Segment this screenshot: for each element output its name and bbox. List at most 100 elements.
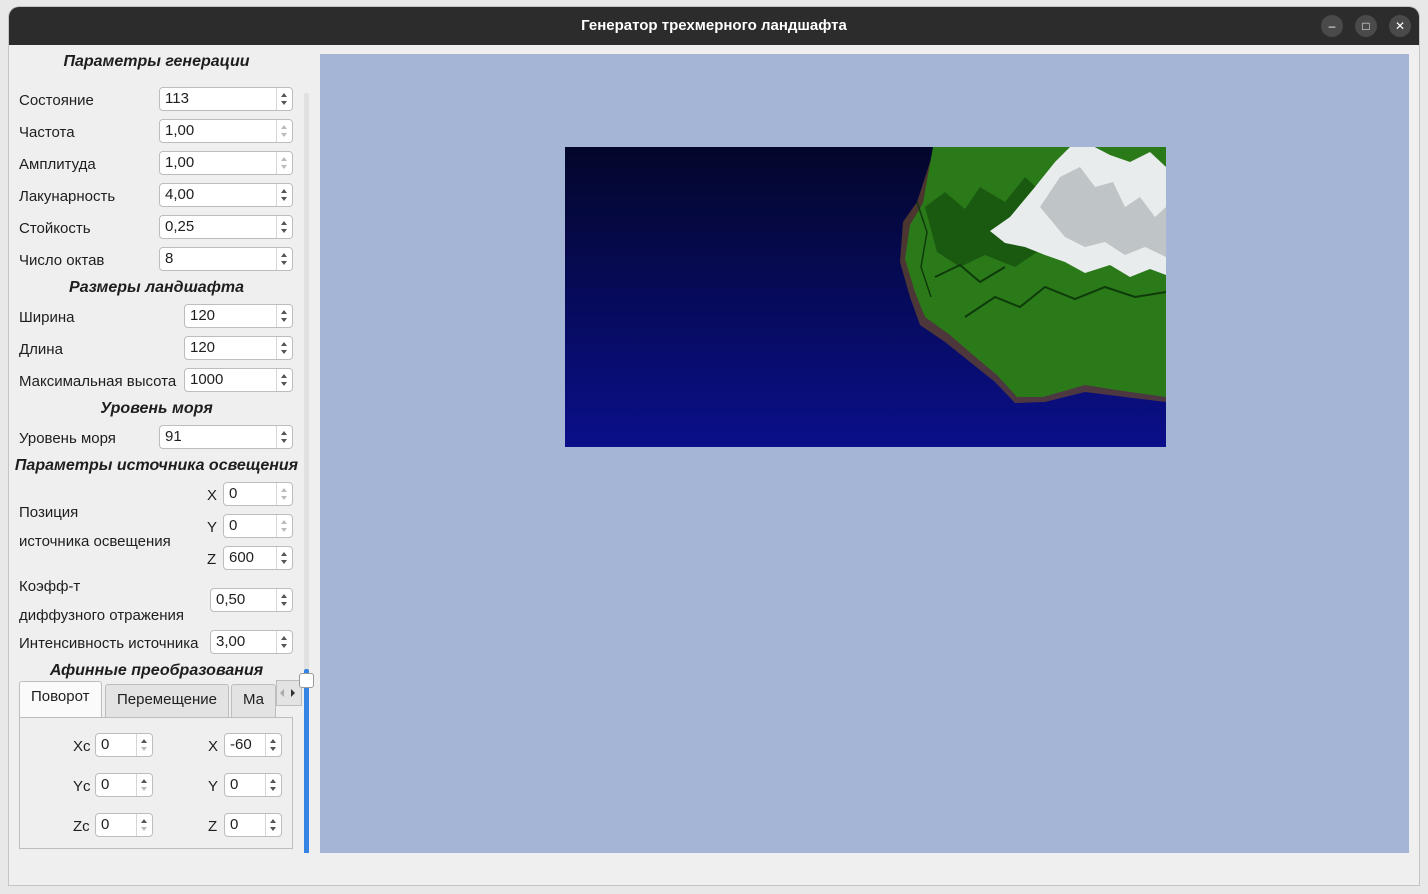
intensity-value: 3,00 bbox=[216, 633, 246, 650]
rot-z-label: Z bbox=[208, 818, 218, 835]
settings-panel: Параметры генерации Состояние 113 Частот… bbox=[9, 45, 314, 885]
rot-x-value: -60 bbox=[230, 736, 252, 753]
rot-yc-label: Yc bbox=[73, 778, 91, 795]
tab-scale[interactable]: Ма bbox=[231, 684, 276, 718]
spin-arrows[interactable] bbox=[276, 152, 292, 174]
spin-arrows[interactable] bbox=[276, 589, 292, 611]
spin-arrows[interactable] bbox=[276, 184, 292, 206]
light-y-label: Y bbox=[207, 519, 218, 536]
persistence-label: Стойкость bbox=[19, 220, 91, 237]
chevron-right-icon[interactable] bbox=[291, 689, 295, 697]
rot-xc-label: Xc bbox=[73, 738, 91, 755]
rot-y-label: Y bbox=[208, 778, 219, 795]
persistence-spinbox[interactable]: 0,25 bbox=[159, 215, 293, 239]
frequency-spinbox[interactable]: 1,00 bbox=[159, 119, 293, 143]
sea-level-label: Уровень моря bbox=[19, 430, 116, 447]
panel-scrollbar[interactable] bbox=[299, 93, 314, 885]
diffuse-label-2: диффузного отражения bbox=[19, 607, 185, 624]
state-value: 113 bbox=[165, 90, 189, 107]
spin-arrows[interactable] bbox=[276, 216, 292, 238]
spin-arrows[interactable] bbox=[276, 305, 292, 327]
intensity-label: Интенсивность источника bbox=[19, 635, 199, 652]
affine-tabbar: Поворот Перемещение Ма bbox=[19, 680, 302, 718]
tab-translation[interactable]: Перемещение bbox=[105, 684, 229, 718]
rot-zc-spinbox[interactable]: 0 bbox=[95, 813, 153, 837]
rot-x-label: X bbox=[208, 738, 219, 755]
light-position-label-1: Позиция bbox=[19, 504, 79, 521]
rot-xc-spinbox[interactable]: 0 bbox=[95, 733, 153, 757]
octaves-spinbox[interactable]: 8 bbox=[159, 247, 293, 271]
octaves-label: Число октав bbox=[19, 252, 105, 269]
sea-level-spinbox[interactable]: 91 bbox=[159, 425, 293, 449]
amplitude-spinbox[interactable]: 1,00 bbox=[159, 151, 293, 175]
spin-arrows[interactable] bbox=[136, 734, 152, 756]
spin-arrows[interactable] bbox=[276, 631, 292, 653]
window-title: Генератор трехмерного ландшафта bbox=[581, 17, 847, 34]
light-z-spinbox[interactable]: 600 bbox=[223, 546, 293, 570]
spin-arrows[interactable] bbox=[136, 814, 152, 836]
affine-header: Афинные преобразования bbox=[49, 662, 264, 679]
spin-arrows[interactable] bbox=[136, 774, 152, 796]
sea-level-value: 91 bbox=[165, 428, 182, 445]
spin-arrows[interactable] bbox=[276, 547, 292, 569]
rot-x-spinbox[interactable]: -60 bbox=[224, 733, 282, 757]
render-viewport[interactable] bbox=[320, 54, 1409, 853]
rot-yc-spinbox[interactable]: 0 bbox=[95, 773, 153, 797]
width-spinbox[interactable]: 120 bbox=[184, 304, 293, 328]
lacunarity-value: 4,00 bbox=[165, 186, 195, 203]
minimize-button[interactable]: – bbox=[1321, 15, 1343, 37]
octaves-value: 8 bbox=[165, 250, 174, 267]
rotation-tab-pane: Xc 0 X -60 Yc 0 Y 0 Zc 0 Z 0 bbox=[19, 717, 293, 849]
close-button[interactable]: ✕ bbox=[1389, 15, 1411, 37]
light-z-label: Z bbox=[207, 551, 217, 568]
light-x-spinbox[interactable]: 0 bbox=[223, 482, 293, 506]
lacunarity-spinbox[interactable]: 4,00 bbox=[159, 183, 293, 207]
tab-rotation[interactable]: Поворот bbox=[19, 681, 102, 718]
width-label: Ширина bbox=[19, 309, 75, 326]
width-value: 120 bbox=[190, 307, 216, 324]
frequency-label: Частота bbox=[19, 124, 75, 141]
rot-z-value: 0 bbox=[230, 816, 239, 833]
maximize-button[interactable]: □ bbox=[1355, 15, 1377, 37]
light-z-value: 600 bbox=[229, 549, 255, 566]
max-height-spinbox[interactable]: 1000 bbox=[184, 368, 293, 392]
diffuse-value: 0,50 bbox=[216, 591, 246, 608]
state-spinbox[interactable]: 113 bbox=[159, 87, 293, 111]
terrain-render bbox=[565, 147, 1166, 447]
spin-arrows[interactable] bbox=[276, 483, 292, 505]
amplitude-label: Амплитуда bbox=[19, 156, 96, 173]
chevron-left-icon[interactable] bbox=[280, 689, 284, 697]
size-header: Размеры ландшафта bbox=[69, 279, 244, 296]
spin-arrows[interactable] bbox=[276, 88, 292, 110]
light-x-value: 0 bbox=[229, 485, 238, 502]
max-height-label: Максимальная высота bbox=[19, 373, 177, 390]
spin-arrows[interactable] bbox=[276, 426, 292, 448]
state-label: Состояние bbox=[19, 92, 94, 109]
rot-zc-value: 0 bbox=[101, 816, 110, 833]
spin-arrows[interactable] bbox=[276, 120, 292, 142]
spin-arrows[interactable] bbox=[276, 369, 292, 391]
generation-header: Параметры генерации bbox=[63, 53, 250, 70]
status-bar bbox=[9, 853, 1419, 885]
intensity-spinbox[interactable]: 3,00 bbox=[210, 630, 293, 654]
sea-header: Уровень моря bbox=[100, 400, 213, 417]
spin-arrows[interactable] bbox=[265, 774, 281, 796]
diffuse-spinbox[interactable]: 0,50 bbox=[210, 588, 293, 612]
amplitude-value: 1,00 bbox=[165, 154, 195, 171]
frequency-value: 1,00 bbox=[165, 122, 195, 139]
diffuse-label-1: Коэфф-т bbox=[19, 578, 81, 595]
rot-xc-value: 0 bbox=[101, 736, 110, 753]
spin-arrows[interactable] bbox=[265, 814, 281, 836]
spin-arrows[interactable] bbox=[265, 734, 281, 756]
spin-arrows[interactable] bbox=[276, 248, 292, 270]
light-y-spinbox[interactable]: 0 bbox=[223, 514, 293, 538]
rot-y-value: 0 bbox=[230, 776, 239, 793]
spin-arrows[interactable] bbox=[276, 515, 292, 537]
max-height-value: 1000 bbox=[190, 371, 224, 388]
length-value: 120 bbox=[190, 339, 216, 356]
length-spinbox[interactable]: 120 bbox=[184, 336, 293, 360]
rot-y-spinbox[interactable]: 0 bbox=[224, 773, 282, 797]
rot-z-spinbox[interactable]: 0 bbox=[224, 813, 282, 837]
spin-arrows[interactable] bbox=[276, 337, 292, 359]
scrollbar-handle[interactable] bbox=[299, 673, 314, 688]
